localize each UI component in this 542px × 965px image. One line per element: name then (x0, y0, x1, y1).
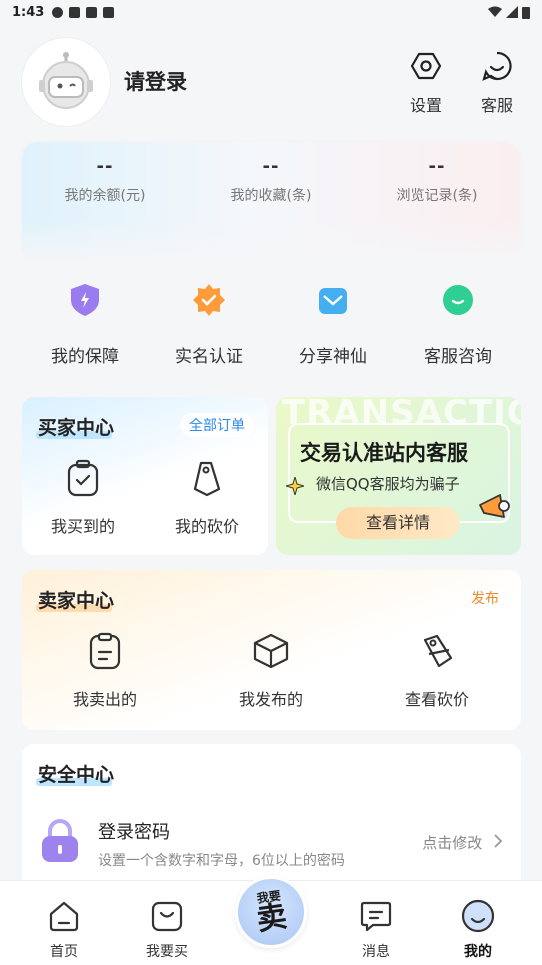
quick-item-protection[interactable]: 我的保障 (30, 282, 140, 367)
publish-button[interactable]: 发布 (462, 586, 508, 610)
avatar[interactable] (22, 38, 110, 126)
download-icon (69, 6, 81, 18)
all-orders-button[interactable]: 全部订单 (180, 413, 254, 437)
settings-label: 设置 (409, 96, 442, 115)
tab-messages[interactable]: 消息 (336, 899, 416, 961)
quick-item-share[interactable]: 分享神仙 (278, 282, 388, 367)
quick-label: 我的保障 (51, 347, 119, 367)
tab-me[interactable]: 我的 (438, 899, 518, 961)
buyer-center-title: 买家中心 (36, 413, 115, 440)
settings-icon (410, 52, 442, 80)
quick-item-consult[interactable]: 客服咨询 (403, 282, 513, 367)
seller-center-card: 卖家中心 发布 我卖出的 我发布的 查看砍价 (22, 570, 521, 730)
buyer-center-card: 买家中心 全部订单 我买到的 我的砍价 (22, 397, 268, 555)
seller-center-title-text: 卖家中心 (38, 590, 115, 612)
balance-label: 我的余额(元) (64, 188, 146, 204)
settings-button[interactable]: 设置 (396, 50, 456, 116)
home-icon (49, 901, 79, 932)
tab-buy[interactable]: 我要买 (127, 899, 207, 961)
banner-detail-button[interactable]: 查看详情 (336, 507, 460, 539)
buyer-center-title-text: 买家中心 (38, 417, 115, 439)
tab-me-label: 我的 (464, 944, 492, 960)
quick-label: 实名认证 (175, 347, 243, 367)
history-label: 浏览记录(条) (396, 188, 478, 204)
view-bargain-item[interactable]: 查看砍价 (392, 632, 482, 710)
favorites-stat[interactable]: -- 我的收藏(条) (188, 156, 354, 205)
sell-main-label: 卖 (254, 898, 290, 938)
favorites-label: 我的收藏(条) (230, 188, 312, 204)
bag-icon (67, 459, 99, 497)
stats-fade (0, 220, 542, 290)
sparkle-icon (286, 477, 304, 495)
verified-icon (193, 284, 225, 316)
share-icon (319, 288, 347, 314)
chevron-right-icon (494, 834, 503, 848)
quick-label: 分享神仙 (299, 347, 367, 367)
tab-messages-label: 消息 (362, 944, 390, 960)
customer-service-label: 客服 (480, 96, 513, 115)
smile-icon (482, 51, 512, 81)
download-icon (86, 6, 98, 18)
tab-home-label: 首页 (50, 944, 78, 960)
banner-title: 交易认准站内客服 (300, 441, 468, 465)
status-bar: 1:43 (0, 0, 542, 24)
favorites-value: -- (262, 156, 280, 177)
password-row-desc: 设置一个含数字和字母，6位以上的密码 (98, 853, 345, 869)
login-link[interactable]: 请登录 (124, 66, 187, 96)
battery-icon (522, 6, 530, 19)
bag-icon (151, 901, 183, 932)
alert-icon (52, 6, 64, 18)
lock-icon (42, 819, 78, 862)
shield-icon (71, 284, 99, 316)
seller-center-title: 卖家中心 (36, 586, 115, 613)
signal-icon (506, 6, 518, 18)
system-icons (488, 6, 530, 19)
password-row-title[interactable]: 登录密码 (98, 818, 170, 844)
bargain-label: 我的砍价 (174, 517, 239, 536)
security-center-title-text: 安全中心 (38, 764, 115, 786)
tab-home[interactable]: 首页 (24, 899, 104, 961)
message-icon (360, 901, 392, 932)
bargain-item[interactable]: 我的砍价 (162, 459, 252, 537)
app-icon (103, 6, 115, 18)
wifi-icon (488, 6, 502, 17)
status-time: 1:43 (12, 4, 45, 20)
price-tag-icon (193, 461, 221, 497)
notification-icons (52, 6, 115, 18)
tab-buy-label: 我要买 (146, 944, 188, 960)
chat-icon (443, 285, 473, 315)
published-item[interactable]: 我发布的 (226, 632, 316, 710)
profile-icon (461, 899, 495, 933)
customer-service-button[interactable]: 客服 (467, 50, 527, 116)
anti-fraud-banner[interactable]: TRANSACTIO 交易认准站内客服 微信QQ客服均为骗子 查看详情 (276, 397, 521, 555)
history-value: -- (428, 156, 446, 177)
published-label: 我发布的 (238, 690, 303, 709)
sell-button-text: 我要 卖 (253, 888, 290, 938)
robot-avatar-icon (39, 52, 93, 109)
banner-subtitle: 微信QQ客服均为骗子 (316, 475, 460, 493)
sell-button[interactable]: 我要 卖 (235, 876, 307, 948)
quick-label: 客服咨询 (424, 347, 492, 367)
balance-stat[interactable]: -- 我的余额(元) (22, 156, 188, 205)
bought-item[interactable]: 我买到的 (38, 459, 128, 537)
quick-item-verify[interactable]: 实名认证 (154, 282, 264, 367)
change-password-button[interactable]: 点击修改 (422, 832, 503, 853)
sold-item[interactable]: 我卖出的 (60, 632, 150, 710)
view-bargain-label: 查看砍价 (404, 690, 469, 709)
box-icon (253, 633, 289, 669)
security-center-card: 安全中心 登录密码 设置一个含数字和字母，6位以上的密码 点击修改 (22, 744, 521, 894)
security-center-title: 安全中心 (36, 760, 115, 787)
balance-value: -- (96, 156, 114, 177)
price-tag-icon (423, 634, 453, 668)
note-icon (89, 632, 121, 670)
sold-label: 我卖出的 (72, 690, 137, 709)
bought-label: 我买到的 (50, 517, 115, 536)
history-stat[interactable]: -- 浏览记录(条) (354, 156, 520, 205)
megaphone-icon (479, 494, 510, 518)
change-password-label: 点击修改 (422, 834, 483, 852)
